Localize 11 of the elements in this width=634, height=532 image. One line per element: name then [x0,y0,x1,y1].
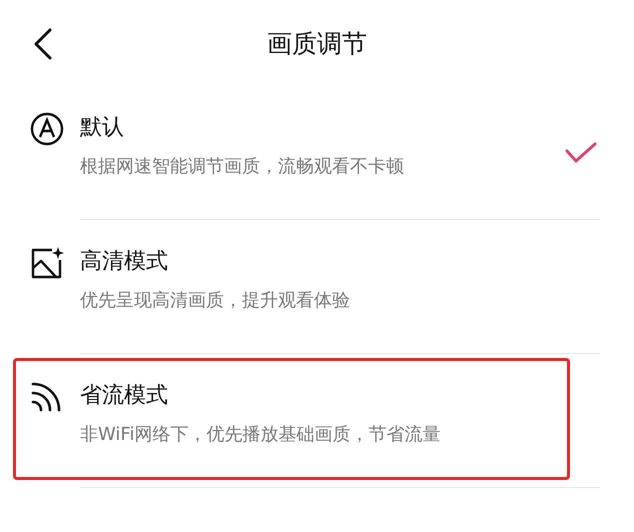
option-title[interactable]: 省流模式 [80,380,600,412]
circled-letter-icon [30,112,64,146]
option-description: 根据网速智能调节画质，流畅观看不卡顿 [80,155,405,179]
option-description: 非WiFi网络下，优先播放基础画质，节省流量 [80,423,442,447]
signal-waves-icon [30,380,62,412]
option-title[interactable]: 默认 [80,112,600,144]
back-icon[interactable] [32,28,54,60]
page-title: 画质调节 [267,28,367,60]
option-description: 优先呈现高清画质，提升观看体验 [80,289,351,313]
option-title[interactable]: 高清模式 [80,246,600,278]
image-sparkle-icon [30,246,64,280]
